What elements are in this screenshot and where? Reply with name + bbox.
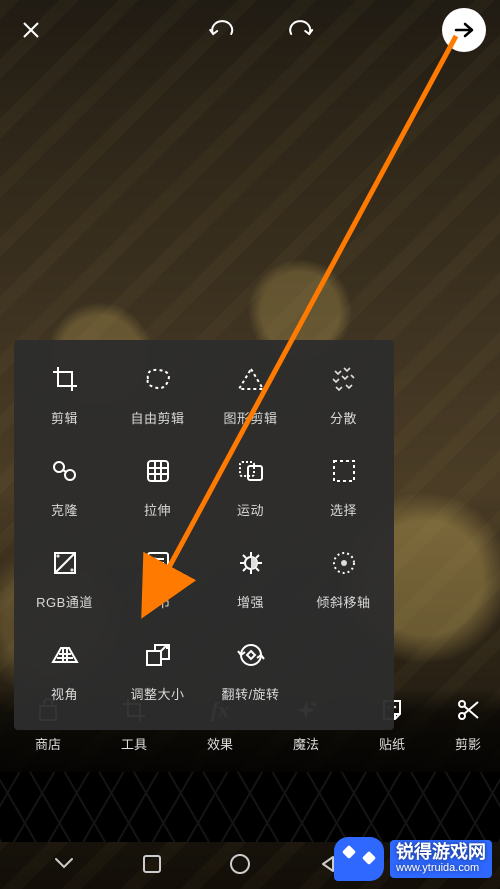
watermark-brand: 锐得游戏网 <box>390 840 492 863</box>
rotate-icon <box>232 636 270 674</box>
select-icon <box>325 452 363 490</box>
tool-crop[interactable]: 剪辑 <box>18 354 111 446</box>
watermark-url: www.ytruida.com <box>390 863 492 878</box>
tool-resize[interactable]: 调整大小 <box>111 630 204 722</box>
tool-label: RGB通道 <box>36 592 93 611</box>
lasso-icon <box>139 360 177 398</box>
tools-panel: 剪辑 自由剪辑 图形剪辑 分散 克隆 <box>14 340 394 730</box>
tool-adjust[interactable]: 调节 <box>111 538 204 630</box>
tool-label: 拉伸 <box>144 500 171 519</box>
next-button[interactable] <box>442 8 486 52</box>
category-label: 剪影 <box>455 734 481 753</box>
tilt-shift-icon <box>325 544 363 582</box>
tool-perspective[interactable]: 视角 <box>18 630 111 722</box>
redo-button[interactable] <box>283 13 317 47</box>
category-cutout[interactable]: 剪影 <box>438 692 498 753</box>
watermark-logo-icon <box>334 837 384 881</box>
tool-motion[interactable]: 运动 <box>204 446 297 538</box>
clone-icon <box>46 452 84 490</box>
nav-recent-button[interactable] <box>138 850 166 878</box>
rgb-icon <box>46 544 84 582</box>
triangle-icon <box>232 360 270 398</box>
empty-cell <box>297 630 390 722</box>
tool-label: 倾斜移轴 <box>316 592 370 611</box>
category-label: 贴纸 <box>379 734 405 753</box>
tool-label: 运动 <box>237 500 264 519</box>
perspective-icon <box>46 636 84 674</box>
top-bar <box>0 0 500 60</box>
tool-label: 分散 <box>330 408 357 427</box>
tool-label: 增强 <box>237 592 264 611</box>
decorative-pattern <box>0 772 500 842</box>
crop-icon <box>46 360 84 398</box>
tool-label: 调节 <box>144 592 171 611</box>
tool-shape-crop[interactable]: 图形剪辑 <box>204 354 297 446</box>
nav-home-button[interactable] <box>226 850 254 878</box>
watermark: 锐得游戏网 www.ytruida.com <box>330 835 500 883</box>
scissors-icon <box>450 692 486 728</box>
enhance-icon <box>232 544 270 582</box>
tool-scatter[interactable]: 分散 <box>297 354 390 446</box>
sliders-icon <box>139 544 177 582</box>
close-button[interactable] <box>14 13 48 47</box>
category-label: 效果 <box>207 734 233 753</box>
nav-menu-button[interactable] <box>50 850 78 878</box>
stretch-icon <box>139 452 177 490</box>
tool-label: 选择 <box>330 500 357 519</box>
tool-label: 调整大小 <box>130 684 184 703</box>
tool-enhance[interactable]: 增强 <box>204 538 297 630</box>
motion-icon <box>232 452 270 490</box>
tool-select[interactable]: 选择 <box>297 446 390 538</box>
category-label: 商店 <box>35 734 61 753</box>
tool-label: 图形剪辑 <box>223 408 277 427</box>
tool-stretch[interactable]: 拉伸 <box>111 446 204 538</box>
resize-icon <box>139 636 177 674</box>
category-label: 工具 <box>121 734 147 753</box>
tool-flip-rotate[interactable]: 翻转/旋转 <box>204 630 297 722</box>
tool-label: 自由剪辑 <box>130 408 184 427</box>
tool-free-crop[interactable]: 自由剪辑 <box>111 354 204 446</box>
tool-tilt-shift[interactable]: 倾斜移轴 <box>297 538 390 630</box>
scatter-icon <box>325 360 363 398</box>
undo-button[interactable] <box>205 13 239 47</box>
tool-label: 翻转/旋转 <box>221 684 279 703</box>
tool-clone[interactable]: 克隆 <box>18 446 111 538</box>
tool-label: 视角 <box>51 684 78 703</box>
tool-rgb-channel[interactable]: RGB通道 <box>18 538 111 630</box>
tool-label: 剪辑 <box>51 408 78 427</box>
tool-label: 克隆 <box>51 500 78 519</box>
category-label: 魔法 <box>293 734 319 753</box>
